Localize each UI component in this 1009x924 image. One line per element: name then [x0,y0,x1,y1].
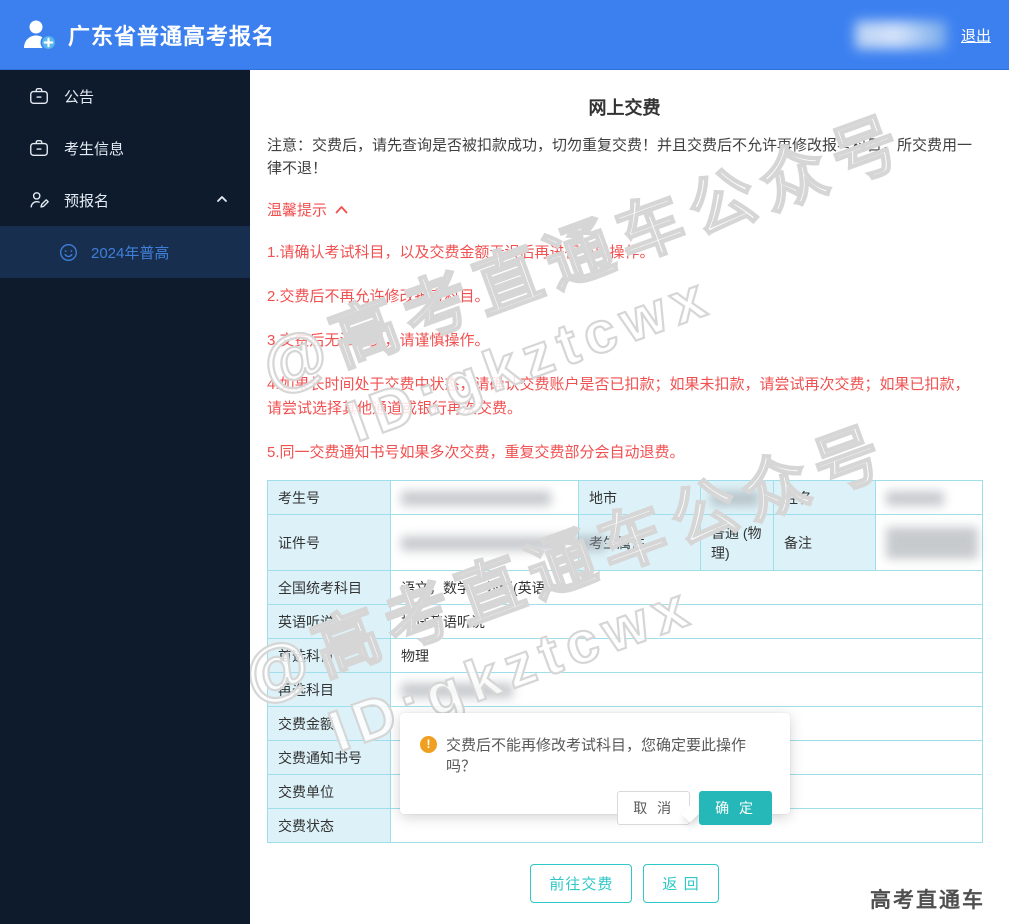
sidebar-item-candidate-info[interactable]: 考生信息 [0,122,250,174]
tips-header[interactable]: 温馨提示 [267,199,982,220]
field-label-secondary-subjects: 再选科目 [267,672,391,707]
sidebar-subitem-label: 2024年普高 [91,244,170,262]
top-header-bar: 广东省普通高考报名 退出 [0,0,1009,70]
field-value-exam-no [390,480,579,515]
redacted-value [886,526,978,559]
field-value-candidate-type: 普通 (物理) [700,514,774,571]
briefcase-icon [30,87,48,105]
payment-notice: 注意：交费后，请先查询是否被扣款成功，切勿重复交费！并且交费后不允许再修改报考科… [267,137,973,178]
field-value-id-no [390,514,606,571]
field-label-id-no: 证件号 [267,514,391,571]
briefcase-icon [30,139,48,157]
sidebar-item-label: 预报名 [64,192,110,210]
tip-item: 5.同一交费通知书号如果多次交费，重复交费部分会自动退费。 [267,443,685,461]
chevron-up-icon[interactable] [216,193,228,205]
main-content: 网上交费 注意：交费后，请先查询是否被扣款成功，切勿重复交费！并且交费后不允许再… [250,70,1009,924]
user-plus-icon [24,20,57,50]
field-label-payment-unit: 交费单位 [267,774,391,809]
field-value-secondary-subjects [390,672,983,707]
field-value-name [875,480,983,515]
tip-item: 4.如果长时间处于交费中状态，请确认交费账户是否已扣款；如果未扣款，请尝试再次交… [267,376,970,417]
field-label-payment-amount: 交费金额 [267,706,391,741]
page-title: 网上交费 [588,98,661,118]
sidebar-item-label: 公告 [64,88,95,106]
confirm-button[interactable]: 确 定 [699,791,772,825]
table-row: 全国统考科目 语文，数学，外语(英语) [267,570,983,605]
redacted-value [886,490,944,506]
tips-header-label: 温馨提示 [267,201,328,219]
app-title: 广东省普通高考报名 [68,23,276,49]
redacted-value [401,535,606,551]
logout-link[interactable]: 退出 [961,25,991,46]
table-row: 证件号 考生属性 普通 (物理) 备注 [267,514,983,571]
field-label-exam-no: 考生号 [267,480,391,515]
field-label-name: 姓名 [773,480,876,515]
tip-item: 2.交费后不再允许修改报考科目。 [267,287,490,305]
tip-item: 1.请确认考试科目，以及交费金额无误后再进行交费操作。 [267,243,655,261]
tip-item: 3.交费后无法退费，请谨慎操作。 [267,332,490,349]
back-button[interactable]: 返 回 [643,864,719,903]
field-label-national-subjects: 全国统考科目 [267,570,391,605]
field-label-city: 地市 [578,480,701,515]
sidebar-item-announcements[interactable]: 公告 [0,70,250,122]
edit-user-icon [30,192,49,208]
sidebar: 公告 考生信息 预报名 2024年普高 [0,70,250,924]
redacted-value [401,490,551,506]
footer-brand: 高考直通车 [870,889,985,912]
field-value-primary-subject: 物理 [390,638,983,673]
username-redacted [854,21,947,49]
smiley-icon [60,243,77,261]
sidebar-subitem-2024-gaokao[interactable]: 2024年普高 [0,226,250,278]
field-label-english-listening: 英语听说 [267,604,391,639]
dialog-message: 交费后不能再修改考试科目，您确定要此操作吗？ [446,737,747,775]
cancel-button[interactable]: 取 消 [617,791,691,825]
field-label-remark: 备注 [773,514,876,571]
field-label-primary-subject: 首选科目 [267,638,391,673]
warning-icon: ! [420,736,437,753]
field-value-remark [875,514,983,571]
redacted-value [711,490,759,506]
chevron-up-icon [335,205,348,213]
field-label-payment-notice-no: 交费通知书号 [267,740,391,775]
field-value-english-listening: 加试英语听说 [390,604,983,639]
go-to-payment-button[interactable]: 前往交费 [530,864,633,903]
confirm-payment-popover: ! 交费后不能再修改考试科目，您确定要此操作吗？ 取 消 确 定 [400,713,790,825]
table-row: 首选科目 物理 [267,638,983,673]
table-row: 考生号 地市 姓名 [267,480,983,515]
redacted-value [401,682,513,698]
sidebar-item-label: 考生信息 [64,140,125,158]
field-value-national-subjects: 语文，数学，外语(英语) [390,570,983,605]
field-label-payment-status: 交费状态 [267,808,391,843]
table-row: 英语听说 加试英语听说 [267,604,983,639]
sidebar-item-pre-registration[interactable]: 预报名 [0,174,250,226]
table-row: 再选科目 [267,672,983,707]
app-window: 广东省普通高考报名 退出 公告 考生信息 预报名 2024年普高 网上交费 注意… [0,0,1009,924]
field-value-city [700,480,774,515]
